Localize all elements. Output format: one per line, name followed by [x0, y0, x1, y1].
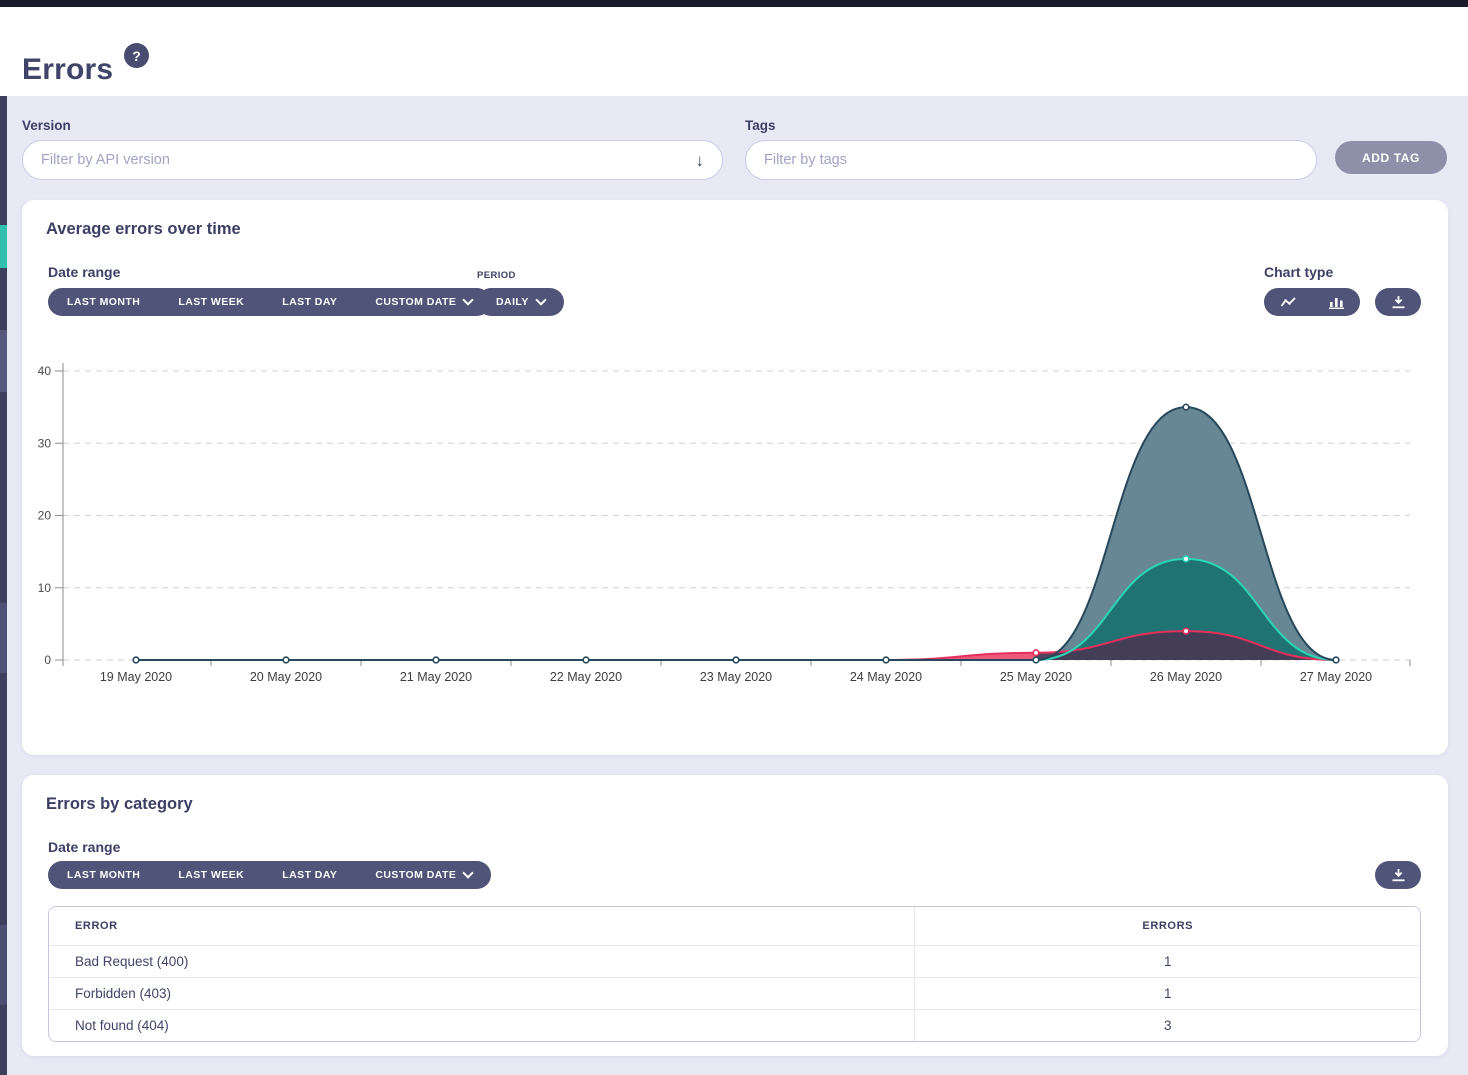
tags-label: Tags [745, 118, 776, 133]
arrow-down-icon[interactable]: ↓ [696, 152, 723, 169]
date-range-label: Date range [48, 264, 120, 280]
sidebar-item-edge [0, 330, 7, 392]
error-name-cell: Not found (404) [49, 1010, 915, 1041]
sidebar-item-edge [0, 925, 7, 1005]
custom-date-button[interactable]: CUSTOM DATE [356, 861, 491, 889]
help-icon[interactable]: ? [124, 43, 149, 68]
error-count-cell: 3 [915, 1010, 1420, 1041]
errors-by-category-card: Errors by category Date range LAST MONTH… [22, 775, 1448, 1056]
card-title: Errors by category [46, 795, 193, 814]
last-month-button[interactable]: LAST MONTH [48, 288, 159, 316]
date-range-button-group: LAST MONTH LAST WEEK LAST DAY CUSTOM DAT… [48, 288, 491, 316]
last-month-button[interactable]: LAST MONTH [48, 861, 159, 889]
period-label: PERIOD [477, 270, 516, 281]
version-label: Version [22, 118, 71, 133]
bar-chart-icon [1329, 296, 1344, 309]
table-row: Forbidden (403) 1 [49, 978, 1420, 1010]
download-table-button[interactable] [1375, 861, 1421, 889]
svg-text:21 May 2020: 21 May 2020 [400, 670, 472, 684]
errors-by-category-table: ERROR ERRORS Bad Request (400) 1 Forbidd… [48, 906, 1421, 1042]
chevron-down-icon [463, 867, 474, 878]
bar-chart-type-button[interactable] [1312, 288, 1360, 316]
average-errors-card: Average errors over time Date range LAST… [22, 200, 1448, 755]
error-name-cell: Forbidden (403) [49, 978, 915, 1010]
line-chart-type-button[interactable] [1264, 288, 1312, 316]
tags-filter-field [745, 140, 1317, 180]
page-header: Errors ? [0, 7, 1468, 96]
error-count-cell: 1 [915, 946, 1420, 978]
sidebar-active-indicator [0, 225, 7, 268]
svg-text:30: 30 [38, 436, 52, 450]
errors-over-time-chart: 0 10 20 30 40 19 May 2020 20 May 2020 21 May 20… [30, 355, 1426, 695]
tags-filter-input[interactable] [746, 141, 1316, 179]
add-tag-button[interactable]: ADD TAG [1335, 141, 1447, 174]
svg-text:40: 40 [38, 364, 52, 378]
sidebar-edge [0, 7, 7, 1075]
svg-text:26 May 2020: 26 May 2020 [1150, 670, 1222, 684]
date-range-button-group: LAST MONTH LAST WEEK LAST DAY CUSTOM DAT… [48, 861, 491, 889]
last-day-button[interactable]: LAST DAY [263, 861, 356, 889]
svg-text:25 May 2020: 25 May 2020 [1000, 670, 1072, 684]
download-icon [1391, 295, 1406, 309]
download-chart-button[interactable] [1375, 288, 1421, 316]
download-icon [1391, 868, 1406, 882]
column-header-error: ERROR [49, 907, 915, 946]
chart-type-button-group [1264, 288, 1360, 316]
chevron-down-icon [535, 294, 546, 305]
window-top-edge [0, 0, 1468, 7]
svg-text:0: 0 [44, 653, 51, 667]
svg-text:20: 20 [38, 509, 52, 523]
svg-text:19 May 2020: 19 May 2020 [100, 670, 172, 684]
error-count-cell: 1 [915, 978, 1420, 1010]
chevron-down-icon [463, 294, 474, 305]
last-week-button[interactable]: LAST WEEK [159, 861, 263, 889]
svg-text:22 May 2020: 22 May 2020 [550, 670, 622, 684]
table-row: Not found (404) 3 [49, 1010, 1420, 1041]
page-title: Errors [22, 53, 113, 87]
version-filter-input[interactable] [23, 141, 696, 179]
sidebar-item-edge [0, 603, 7, 673]
last-day-button[interactable]: LAST DAY [263, 288, 356, 316]
chart-type-label: Chart type [1264, 264, 1333, 280]
svg-text:27 May 2020: 27 May 2020 [1300, 670, 1372, 684]
column-header-errors: ERRORS [915, 907, 1420, 946]
svg-text:23 May 2020: 23 May 2020 [700, 670, 772, 684]
error-name-cell: Bad Request (400) [49, 946, 915, 978]
line-chart-icon [1280, 296, 1297, 309]
date-range-label: Date range [48, 839, 120, 855]
svg-text:10: 10 [38, 581, 52, 595]
version-filter-field: ↓ [22, 140, 723, 180]
custom-date-button[interactable]: CUSTOM DATE [356, 288, 491, 316]
last-week-button[interactable]: LAST WEEK [159, 288, 263, 316]
table-header-row: ERROR ERRORS [49, 907, 1420, 946]
table-row: Bad Request (400) 1 [49, 946, 1420, 978]
period-select[interactable]: DAILY [477, 288, 564, 316]
card-title: Average errors over time [46, 220, 241, 239]
svg-text:24 May 2020: 24 May 2020 [850, 670, 922, 684]
period-select-group: DAILY [477, 288, 564, 316]
svg-text:20 May 2020: 20 May 2020 [250, 670, 322, 684]
